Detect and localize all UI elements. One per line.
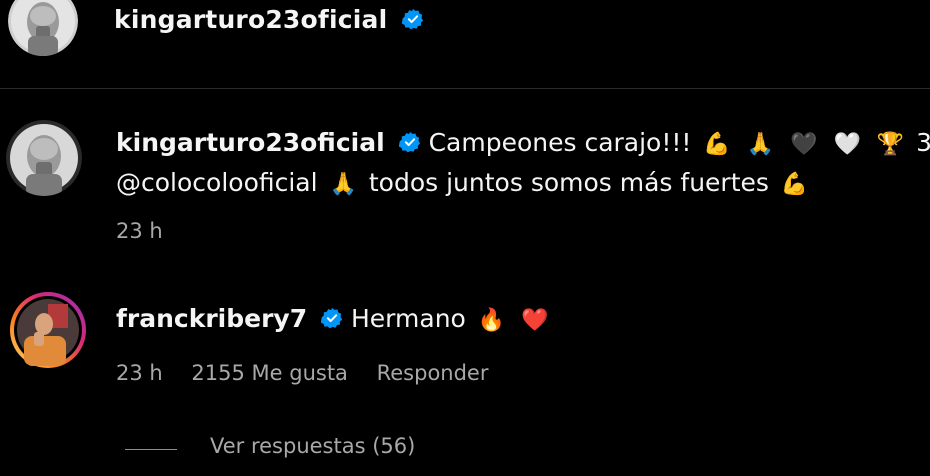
- profile-photo-icon: [6, 120, 82, 196]
- caption-text-line2: todos juntos somos más fuertes: [368, 168, 769, 197]
- header-avatar[interactable]: [8, 0, 78, 56]
- mention-link[interactable]: @colocolooficial: [116, 168, 318, 197]
- caption-text-tail: 34: [916, 128, 930, 157]
- folded-hands-emoji-icon: 🙏: [329, 171, 357, 197]
- caption-avatar[interactable]: [6, 120, 82, 196]
- comment-avatar[interactable]: [8, 290, 88, 370]
- caption-username[interactable]: kingarturo23oficial: [116, 128, 385, 157]
- verified-badge-icon: [398, 131, 420, 153]
- folded-hands-emoji-icon: 🙏: [746, 131, 775, 157]
- verified-badge-icon: [402, 8, 424, 30]
- comment-username[interactable]: franckribery7: [116, 304, 307, 333]
- verified-badge-icon: [321, 307, 343, 329]
- comment-line: franckribery7 Hermano 🔥 ❤️: [116, 304, 553, 333]
- flexed-biceps-emoji-icon: 💪: [780, 171, 809, 197]
- caption-line-2: @colocolooficial 🙏 todos juntos somos má…: [116, 168, 812, 197]
- comment-timestamp[interactable]: 23 h: [116, 361, 163, 385]
- caption-text: Campeones carajo!!!: [428, 128, 692, 157]
- reply-button[interactable]: Responder: [377, 361, 489, 385]
- replies-divider: [125, 449, 177, 450]
- caption-timestamp[interactable]: 23 h: [116, 219, 163, 243]
- header-username-text[interactable]: kingarturo23oficial: [114, 5, 387, 34]
- red-heart-emoji-icon: ❤️: [521, 307, 549, 333]
- instagram-comments-panel: kingarturo23oficial kingarturo23oficial …: [0, 0, 930, 476]
- flexed-biceps-emoji-icon: 💪: [703, 131, 731, 157]
- comment-actions: 23 h 2155 Me gusta Responder: [116, 361, 511, 385]
- comment-text: Hermano: [351, 304, 466, 333]
- black-heart-emoji-icon: 🖤: [790, 131, 818, 157]
- comment-likes-count[interactable]: 2155 Me gusta: [191, 361, 348, 385]
- trophy-emoji-icon: 🏆: [876, 131, 905, 157]
- caption-line-1: kingarturo23oficial Campeones carajo!!! …: [116, 128, 930, 157]
- fire-emoji-icon: 🔥: [477, 307, 506, 333]
- header-divider: [0, 88, 930, 89]
- view-replies-button[interactable]: Ver respuestas (56): [210, 434, 415, 458]
- story-ring-profile-photo-icon: [10, 292, 86, 368]
- white-heart-emoji-icon: 🤍: [833, 131, 861, 157]
- header-username[interactable]: kingarturo23oficial: [114, 5, 424, 34]
- profile-photo-icon: [8, 0, 78, 56]
